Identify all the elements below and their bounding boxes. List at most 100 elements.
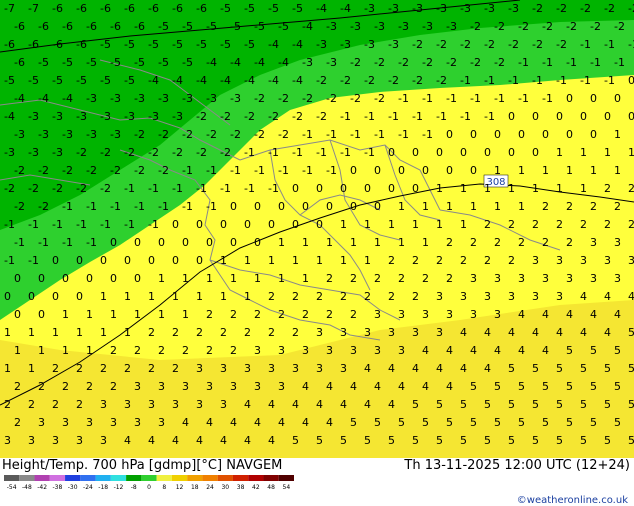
temperature-value: 5 [460,434,467,447]
temperature-value: 4 [172,434,179,447]
temperature-value: 3 [158,380,165,393]
temperature-value: 0 [590,128,597,141]
temperature-value: 3 [556,254,563,267]
temperature-value: 0 [446,128,453,141]
temperature-value: 4 [316,398,323,411]
temperature-value: 5 [494,416,501,429]
temperature-value: 3 [436,290,443,303]
credit-link[interactable]: ©weatheronline.co.uk [517,495,628,506]
temperature-value: -6 [62,20,73,33]
temperature-value: 3 [244,362,251,375]
temperature-value: -3 [374,20,385,33]
temperature-value: 2 [614,200,621,213]
temperature-value: 0 [38,308,45,321]
temperature-value: 4 [518,308,525,321]
temperature-value: 4 [436,362,443,375]
temperature-value: 2 [52,362,59,375]
temperature-value: -2 [398,56,409,69]
temperature-value: 2 [580,218,587,231]
temperature-value: 3 [254,344,261,357]
temperature-value: -2 [196,110,207,123]
temperature-value: -5 [182,20,193,33]
temperature-value: 0 [566,92,573,105]
temperature-value: 3 [148,398,155,411]
legend-swatch [95,475,111,481]
temperature-value: -3 [446,20,457,33]
temperature-value: 1 [100,290,107,303]
temperature-value: 1 [62,308,69,321]
temperature-value: 2 [206,308,213,321]
temperature-value: -1 [484,110,495,123]
temperature-value: 2 [14,380,21,393]
temperature-value: -5 [230,20,241,33]
temperature-value: -2 [182,128,193,141]
temperature-value: 0 [580,110,587,123]
temperature-value: -2 [436,74,447,87]
temperature-value: -2 [244,110,255,123]
temperature-value: 1 [302,236,309,249]
temperature-value: -2 [422,56,433,69]
temperature-value: 4 [268,434,275,447]
temperature-value: -3 [182,92,193,105]
temperature-value: 2 [508,218,515,231]
temperature-value: -1 [364,110,375,123]
temperature-value: 4 [148,434,155,447]
temperature-value: 0 [350,164,357,177]
temperature-value: 2 [196,326,203,339]
temperature-value: 4 [268,398,275,411]
temperature-value: 3 [470,272,477,285]
temperature-value: -1 [460,74,471,87]
temperature-value: 4 [302,380,309,393]
temperature-value: 0 [76,254,83,267]
temperature-value: -2 [196,146,207,159]
temperature-value: 3 [446,308,453,321]
temperature-value: 0 [244,218,251,231]
temperature-value: -2 [254,128,265,141]
temperature-value: 1 [196,290,203,303]
temperature-value: 0 [14,272,21,285]
temperature-value: -5 [220,2,231,15]
temperature-value: -5 [292,2,303,15]
temperature-value: 3 [292,362,299,375]
temperature-value: -5 [38,56,49,69]
temperature-value: 5 [604,362,611,375]
temperature-value: 5 [590,380,597,393]
temperature-value: 2 [326,308,333,321]
temperature-value: -3 [110,128,121,141]
temperature-value: 1 [326,236,333,249]
temperature-value: -7 [4,2,15,15]
temperature-value: 3 [220,398,227,411]
temperature-value: 1 [364,254,371,267]
temperature-value: 1 [340,218,347,231]
temperature-value: 3 [340,326,347,339]
temperature-value: 2 [398,272,405,285]
temperature-value: -3 [508,2,519,15]
temperature-value: 3 [566,272,573,285]
temperature-value: 2 [124,362,131,375]
temperature-value: -5 [206,20,217,33]
temperature-value: -2 [220,146,231,159]
temperature-value: 5 [398,416,405,429]
temperature-value: 0 [148,254,155,267]
temperature-value: 0 [398,164,405,177]
temperature-value: 4 [580,326,587,339]
temperature-value: 3 [350,344,357,357]
temperature-value: 5 [628,362,634,375]
temperature-value: 0 [124,254,131,267]
temperature-value: -2 [38,164,49,177]
temperature-value: -3 [340,38,351,51]
temperature-value: 5 [508,362,515,375]
temperature-value: 5 [518,380,525,393]
temperature-value: 3 [556,290,563,303]
temperature-value: -2 [230,128,241,141]
temperature-value: 4 [556,326,563,339]
temperature-value: 4 [614,308,621,321]
temperature-value: 2 [494,236,501,249]
temperature-value: 2 [254,308,261,321]
temperature-value: 3 [316,326,323,339]
temperature-value: -1 [278,164,289,177]
temperature-value: -1 [220,182,231,195]
temperature-value: 2 [206,344,213,357]
temperature-value: -5 [172,38,183,51]
temperature-value: 0 [110,272,117,285]
